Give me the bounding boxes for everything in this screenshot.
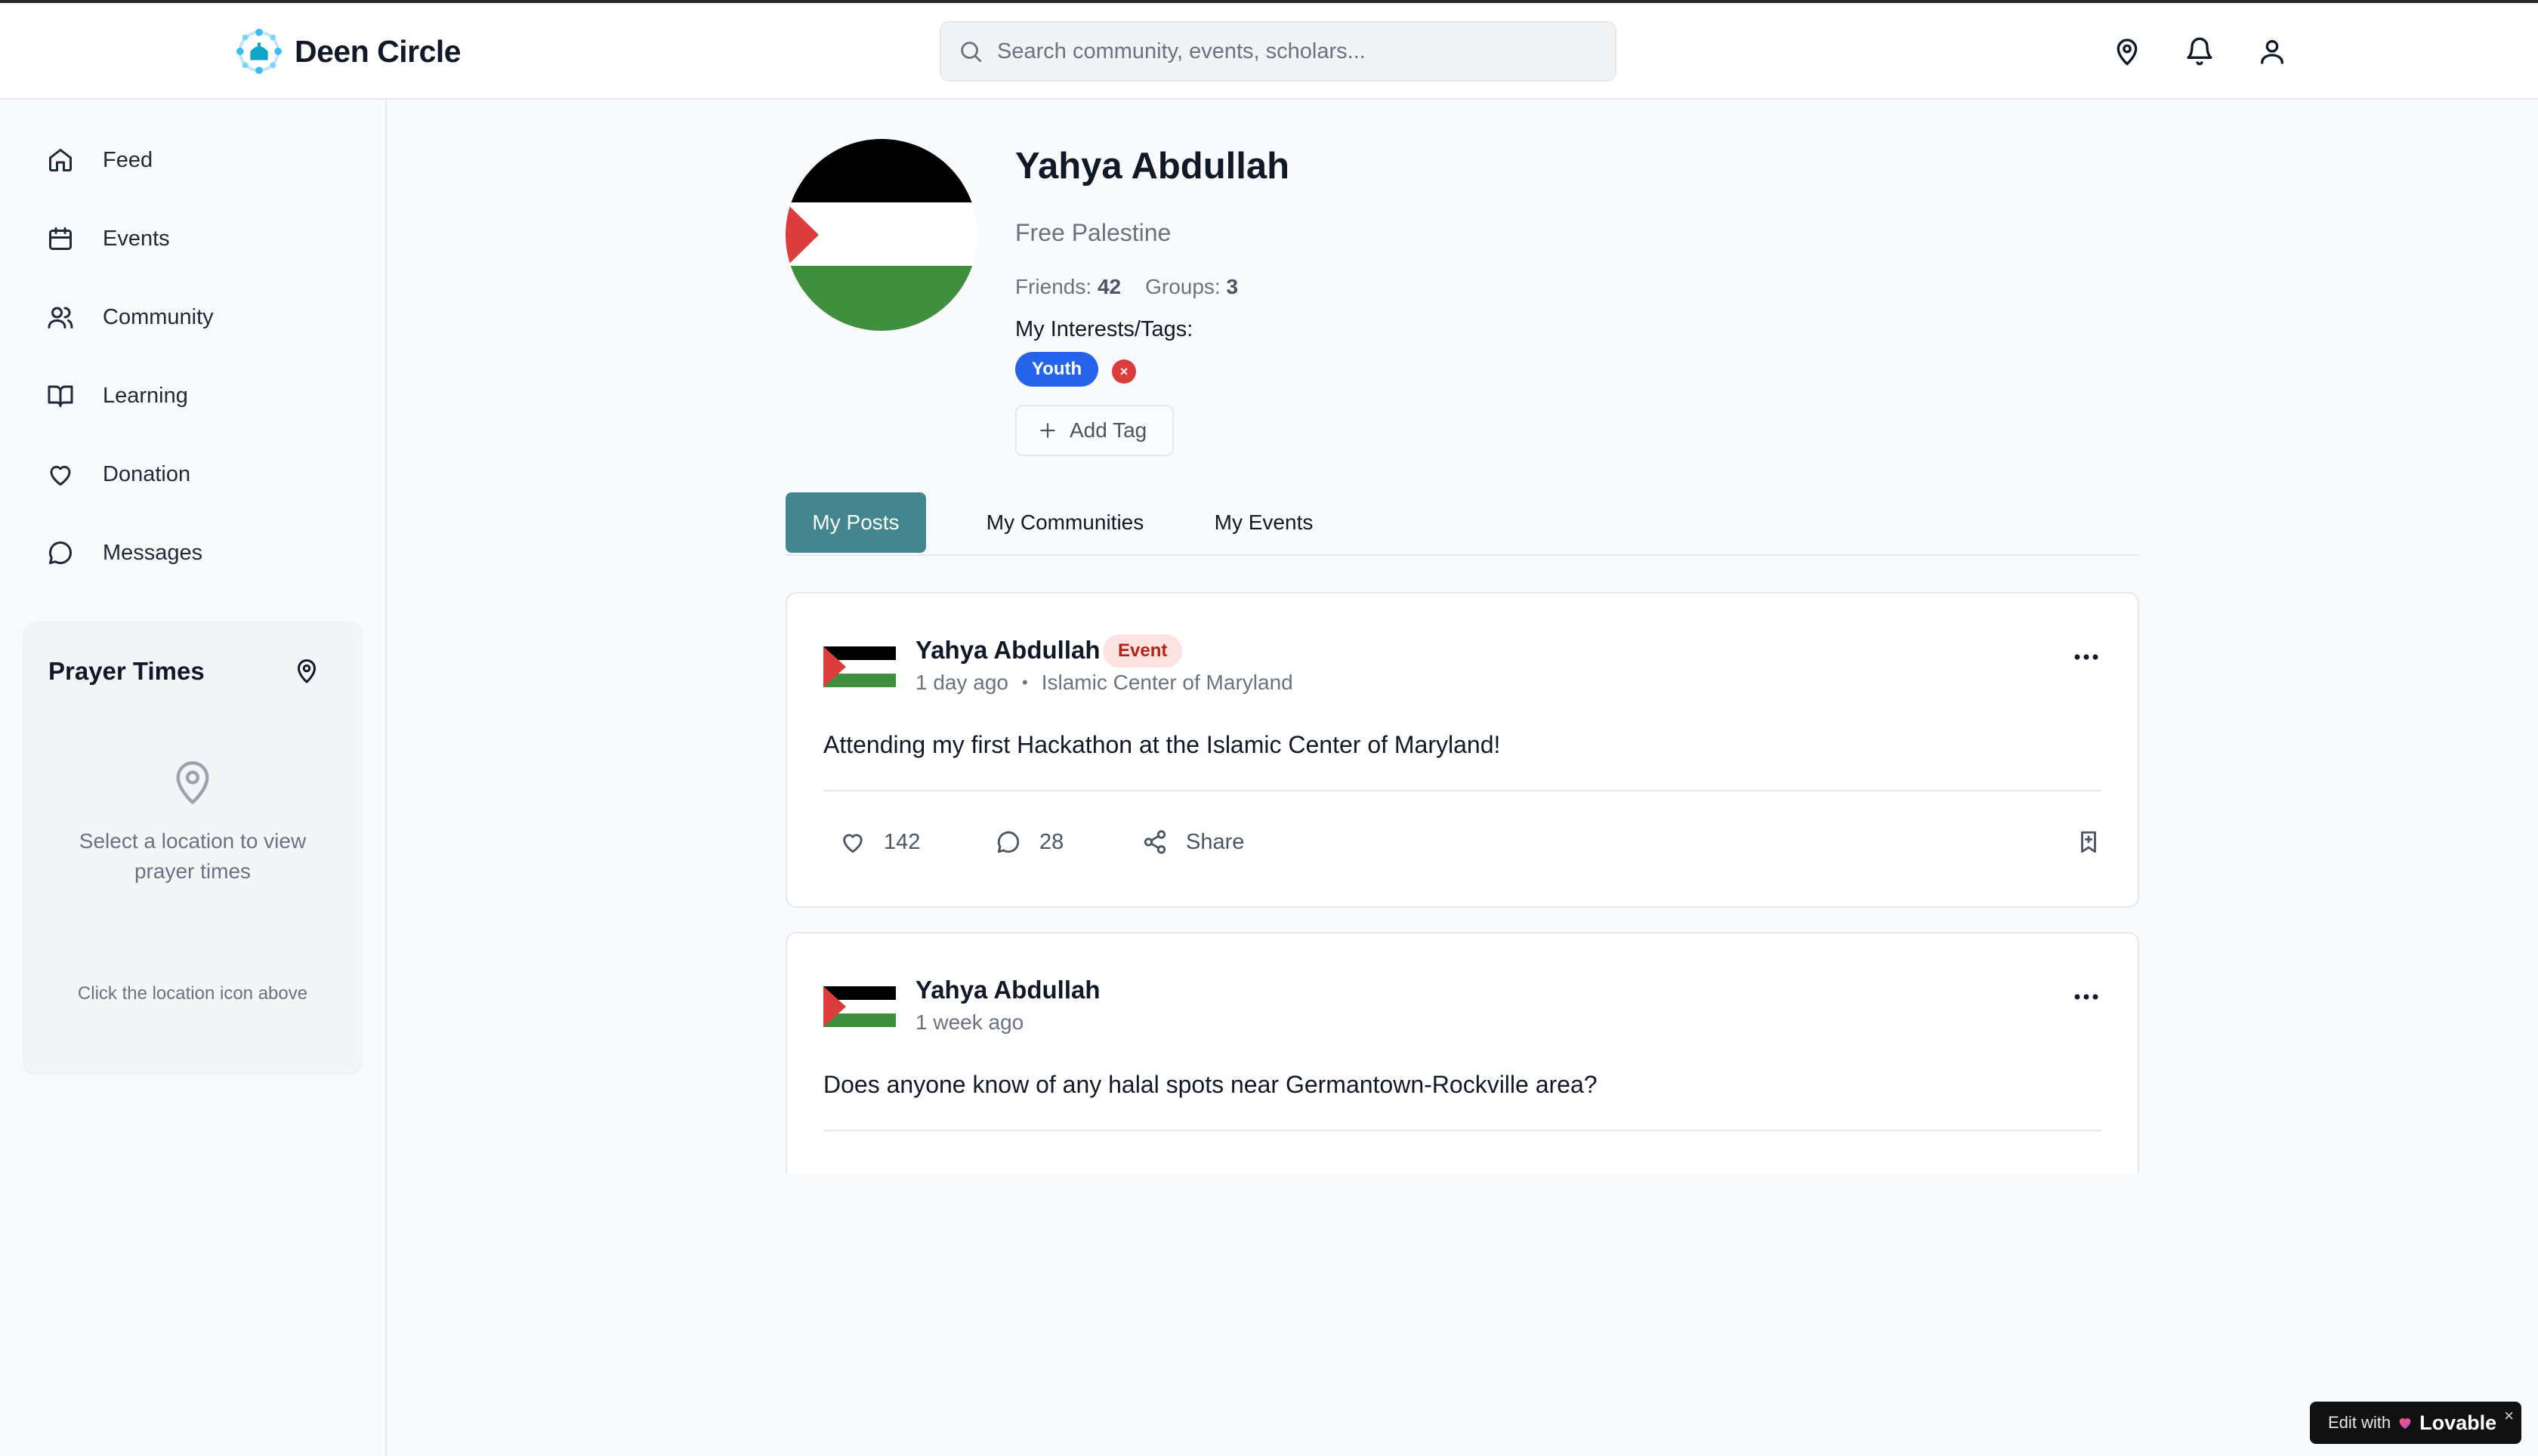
plus-icon (1040, 423, 1055, 438)
groups-count: 3 (1226, 275, 1239, 298)
profile-name: Yahya Abdullah (1015, 146, 1290, 187)
heart-icon (843, 834, 863, 853)
lovable-heart-icon (2399, 1418, 2411, 1430)
home-icon (49, 149, 72, 171)
notifications-button[interactable] (2184, 36, 2215, 66)
post-card: Yahya Abdullah Event 1 day ago • Islamic… (786, 592, 2139, 908)
sidebar-item-label: Events (103, 226, 170, 251)
friends-stat[interactable]: Friends: 42 (1015, 275, 1121, 299)
brand-name: Deen Circle (295, 33, 462, 69)
post-meta: 1 day ago • Islamic Center of Maryland (915, 671, 1293, 695)
search-bar[interactable] (940, 21, 1616, 82)
post-more-button[interactable] (2071, 642, 2101, 672)
meta-separator: • (1022, 673, 1028, 692)
interest-tag[interactable]: Youth (1015, 352, 1099, 387)
share-icon (1144, 830, 1166, 854)
add-tag-button[interactable]: Add Tag (1015, 405, 1174, 456)
post-author-avatar[interactable] (823, 646, 896, 687)
sidebar-item-label: Learning (103, 383, 188, 408)
sidebar-item-label: Community (103, 304, 214, 329)
message-icon (49, 541, 72, 564)
sidebar-item-messages[interactable]: Messages (24, 521, 363, 585)
search-icon (961, 42, 982, 63)
profile-avatar[interactable] (786, 139, 977, 331)
prayer-times-title: Prayer Times (48, 657, 205, 685)
palestine-flag-icon (823, 646, 896, 687)
users-icon (48, 307, 73, 329)
close-badge-button[interactable]: × (2504, 1406, 2514, 1426)
top-header: Deen Circle (0, 3, 2538, 100)
groups-label: Groups: (1145, 275, 1221, 298)
friends-count: 42 (1097, 275, 1122, 298)
post-more-button[interactable] (2071, 982, 2101, 1012)
location-button[interactable] (2112, 36, 2142, 66)
post-author-name[interactable]: Yahya Abdullah (915, 636, 1101, 665)
sidebar-item-community[interactable]: Community (24, 285, 363, 349)
post-time: 1 day ago (915, 671, 1008, 694)
location-pin-icon (2117, 39, 2138, 66)
interests-label: My Interests/Tags: (1015, 317, 1193, 341)
tab-my-posts[interactable]: My Posts (786, 492, 926, 553)
more-horizontal-icon (2074, 994, 2098, 1000)
palestine-flag-icon (823, 986, 896, 1027)
post-body: Does anyone know of any halal spots near… (823, 1071, 1598, 1098)
edit-with-label: Edit with (2328, 1413, 2391, 1432)
sidebar-item-feed[interactable]: Feed (24, 128, 363, 192)
more-horizontal-icon (2074, 654, 2098, 660)
profile-tabs: My Posts My Communities My Events (786, 492, 2139, 556)
comment-icon (997, 831, 1020, 853)
sidebar-item-learning[interactable]: Learning (24, 364, 363, 427)
share-label: Share (1186, 829, 1245, 854)
edit-with-lovable-badge[interactable]: Edit with Lovable × (2310, 1402, 2521, 1444)
post-divider (823, 790, 2101, 791)
like-button[interactable]: 142 (840, 829, 920, 855)
deen-circle-logo-icon (236, 28, 283, 75)
comment-count: 28 (1039, 829, 1064, 854)
heart-icon (50, 465, 71, 486)
sidebar-item-events[interactable]: Events (24, 207, 363, 270)
profile-stats: Friends: 42 Groups: 3 (1015, 275, 1238, 299)
tab-my-communities[interactable]: My Communities (967, 492, 1163, 553)
post-card: Yahya Abdullah 1 week ago Does anyone kn… (786, 932, 2139, 1174)
post-type-badge: Event (1103, 634, 1183, 668)
book-icon (48, 385, 73, 407)
profile-button[interactable] (2257, 36, 2287, 66)
bell-icon (2187, 37, 2212, 66)
palestine-flag-icon (786, 139, 977, 331)
sidebar-item-label: Donation (103, 461, 191, 486)
brand[interactable]: Deen Circle (236, 27, 462, 76)
profile-bio: Free Palestine (1015, 219, 1172, 246)
calendar-icon (49, 227, 72, 250)
sidebar-item-label: Feed (103, 147, 153, 172)
tab-my-events[interactable]: My Events (1200, 492, 1328, 553)
share-button[interactable]: Share (1142, 829, 1244, 855)
prayer-times-hint: Click the location icon above (77, 983, 308, 1004)
post-divider (823, 1130, 2101, 1131)
location-pin-icon (176, 761, 209, 804)
prayer-times-message: Select a location to view prayer times (79, 829, 307, 883)
post-author-name[interactable]: Yahya Abdullah (915, 976, 1101, 1004)
post-time: 1 week ago (915, 1010, 1024, 1034)
add-tag-label: Add Tag (1070, 418, 1147, 442)
search-input[interactable] (997, 39, 1586, 64)
sidebar-item-label: Messages (103, 540, 203, 565)
user-icon (2261, 40, 2283, 64)
location-pin-icon[interactable] (293, 657, 320, 684)
sidebar: Feed Events Community Learning Donation … (0, 100, 387, 1456)
friends-label: Friends: (1015, 275, 1092, 298)
groups-stat[interactable]: Groups: 3 (1145, 275, 1238, 299)
post-author-avatar[interactable] (823, 986, 896, 1027)
remove-tag-button[interactable]: × (1112, 359, 1136, 384)
post-meta: 1 week ago (915, 1010, 1024, 1035)
like-count: 142 (884, 829, 921, 854)
post-body: Attending my first Hackathon at the Isla… (823, 731, 1501, 758)
lovable-brand: Lovable (2419, 1411, 2497, 1434)
bookmark-icon[interactable] (2076, 829, 2101, 855)
post-location[interactable]: Islamic Center of Maryland (1042, 671, 1293, 695)
comment-button[interactable]: 28 (996, 829, 1064, 855)
prayer-times-card: Prayer Times Select a location to view p… (24, 622, 361, 1072)
sidebar-item-donation[interactable]: Donation (24, 443, 363, 506)
